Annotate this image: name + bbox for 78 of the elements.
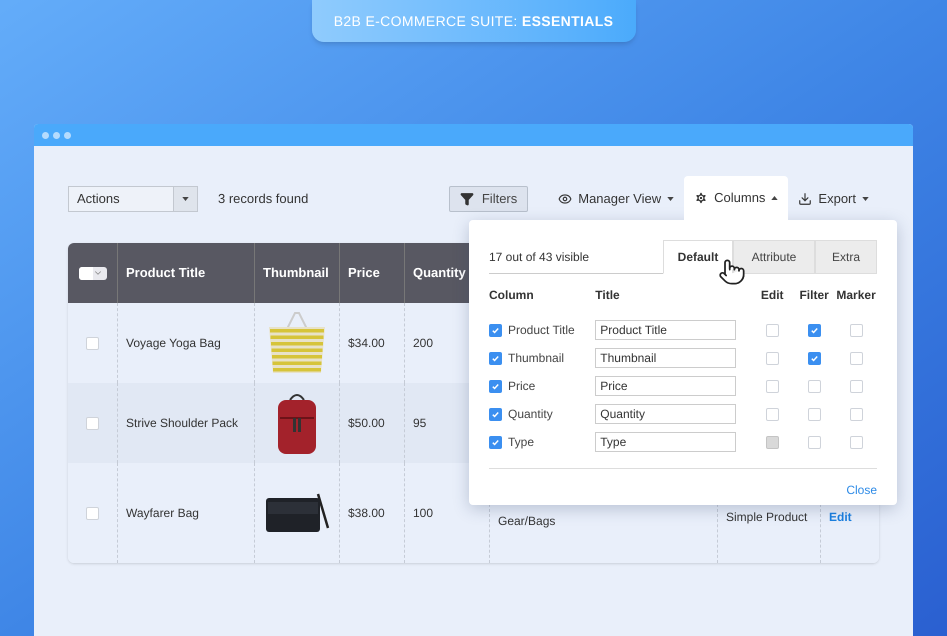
edit-checkbox[interactable] bbox=[766, 324, 779, 336]
column-header: Title bbox=[595, 287, 621, 304]
row-checkbox[interactable] bbox=[86, 336, 99, 350]
panel-tab[interactable]: Default bbox=[663, 240, 733, 274]
checkmark-icon bbox=[810, 326, 819, 334]
title-input[interactable]: Price bbox=[595, 376, 736, 396]
eye-icon bbox=[558, 192, 572, 206]
filter-checkbox[interactable] bbox=[808, 352, 821, 364]
checkmark-icon bbox=[491, 382, 500, 390]
title-input[interactable]: Quantity bbox=[595, 404, 736, 424]
title-input[interactable]: Product Title bbox=[595, 320, 736, 340]
table-cell-text: Simple Product bbox=[726, 509, 808, 526]
title-input[interactable]: Thumbnail bbox=[595, 348, 736, 368]
tote-bag-photo bbox=[267, 311, 327, 375]
download-icon bbox=[798, 192, 812, 206]
table-cell-text: $38.00 bbox=[348, 505, 385, 522]
gear-icon bbox=[694, 191, 708, 205]
column-name: Thumbnail bbox=[508, 350, 564, 367]
actions-dropdown[interactable]: Actions bbox=[68, 186, 198, 212]
select-all-toggle[interactable] bbox=[78, 266, 106, 280]
table-cell-text: Wayfarer Bag bbox=[126, 505, 199, 522]
column-name: Type bbox=[508, 434, 534, 451]
caret-icon bbox=[771, 196, 778, 200]
checkmark-icon bbox=[491, 354, 500, 362]
column-name: Product Title bbox=[508, 322, 575, 339]
table-cell-text: $50.00 bbox=[348, 415, 385, 432]
marker-checkbox[interactable] bbox=[850, 408, 863, 420]
visible-checkbox[interactable] bbox=[489, 408, 502, 420]
caret-icon bbox=[862, 197, 869, 201]
checkmark-icon bbox=[491, 410, 500, 418]
visible-checkbox[interactable] bbox=[489, 380, 502, 392]
table-cell-text: Gear/Bags bbox=[498, 513, 556, 530]
column-name: Quantity bbox=[508, 406, 553, 423]
edit-checkbox[interactable] bbox=[766, 380, 779, 392]
checkmark-icon bbox=[810, 354, 819, 362]
table-cell-text: 100 bbox=[413, 505, 434, 522]
panel-tab[interactable]: Extra bbox=[815, 240, 877, 274]
column-name: Price bbox=[508, 378, 536, 395]
table-cell-text: Voyage Yoga Bag bbox=[126, 335, 221, 352]
edit-checkbox[interactable] bbox=[766, 408, 779, 420]
close-link[interactable]: Close bbox=[846, 481, 877, 499]
filter-icon bbox=[460, 192, 474, 206]
view-menu-button[interactable]: Manager View bbox=[548, 186, 684, 212]
columns-menu-button[interactable]: Columns bbox=[684, 176, 788, 220]
records-count: 3 records found bbox=[218, 190, 308, 208]
table-cell-text: $34.00 bbox=[348, 335, 385, 352]
filter-checkbox[interactable] bbox=[808, 380, 821, 392]
caret-icon bbox=[667, 197, 674, 201]
title-input[interactable]: Type bbox=[595, 432, 736, 452]
filter-checkbox[interactable] bbox=[808, 408, 821, 420]
column-header: Filter bbox=[798, 287, 830, 304]
row-checkbox[interactable] bbox=[86, 506, 99, 520]
column-header: Marker bbox=[835, 287, 877, 304]
filter-checkbox[interactable] bbox=[808, 324, 821, 336]
table-cell-text: Strive Shoulder Pack bbox=[126, 415, 238, 432]
column-header: Edit bbox=[760, 287, 785, 304]
banner-text: B2B E-COMMERCE SUITE: ESSENTIALS bbox=[334, 12, 614, 30]
visible-checkbox[interactable] bbox=[489, 436, 502, 448]
table-cell-text: 95 bbox=[413, 415, 426, 432]
checkmark-icon bbox=[491, 438, 500, 446]
visible-checkbox[interactable] bbox=[489, 324, 502, 336]
hand-cursor-icon bbox=[718, 258, 746, 286]
export-menu-button[interactable]: Export bbox=[788, 186, 879, 212]
marker-checkbox[interactable] bbox=[850, 436, 863, 448]
visible-count: 17 out of 43 visible bbox=[489, 248, 590, 266]
marker-checkbox[interactable] bbox=[850, 352, 863, 364]
table-cell-text: 200 bbox=[413, 335, 434, 352]
edit-checkbox[interactable] bbox=[766, 352, 779, 364]
visible-checkbox[interactable] bbox=[489, 352, 502, 364]
caret-icon bbox=[182, 197, 189, 201]
row-checkbox[interactable] bbox=[86, 416, 99, 430]
checkmark-icon bbox=[491, 326, 500, 334]
filters-button[interactable]: Filters bbox=[448, 186, 528, 212]
panel-tab[interactable]: Attribute bbox=[733, 240, 815, 274]
column-header: Column bbox=[489, 287, 535, 304]
filter-checkbox[interactable] bbox=[808, 436, 821, 448]
marker-checkbox[interactable] bbox=[850, 324, 863, 336]
marker-checkbox[interactable] bbox=[850, 380, 863, 392]
